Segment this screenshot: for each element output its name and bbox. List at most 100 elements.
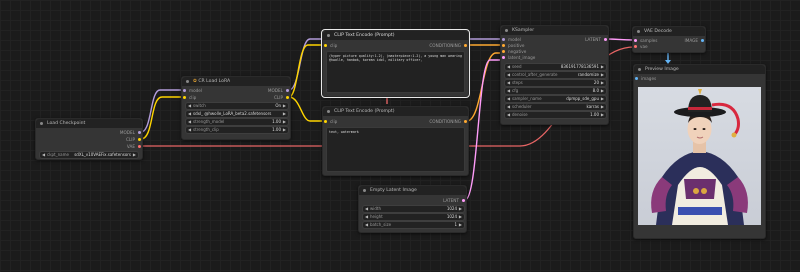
arrow-left-icon[interactable]: ◀ [507,64,510,70]
arrow-right-icon[interactable]: ▶ [459,206,462,212]
input-clip[interactable]: clip [182,95,196,100]
node-preview-image[interactable]: Preview Image images [633,64,766,239]
node-clip-text-encode-positive[interactable]: CLIP Text Encode (Prompt) clip CONDITION… [321,29,470,98]
arrow-right-icon[interactable]: ▶ [601,96,604,102]
arrow-left-icon[interactable]: ◀ [507,96,510,102]
collapse-dot-icon[interactable] [638,68,641,71]
node-title[interactable]: CLIP Text Encode (Prompt) [323,107,468,116]
socket-icon[interactable] [183,96,186,99]
arrow-left-icon[interactable]: ◀ [507,80,510,86]
node-empty-latent-image[interactable]: Empty Latent Image LATENT ◀ width 1024 ▶ ◀ h… [358,185,467,233]
node-title[interactable]: CLIP Text Encode (Prompt) [323,31,468,40]
arrow-left-icon[interactable]: ◀ [507,112,510,118]
arrow-left-icon[interactable]: ◀ [365,206,368,212]
output-image[interactable]: IMAGE [684,38,705,43]
output-clip[interactable]: CLIP [126,137,142,142]
arrow-right-icon[interactable]: ▶ [601,88,604,94]
width-number[interactable]: ◀ width 1024 ▶ [362,205,465,213]
ckpt-name-combo[interactable]: ◀ ckpt_name sdXL_v10VAEFix.safetensors ▶ [39,151,139,159]
arrow-left-icon[interactable]: ◀ [188,111,191,117]
output-latent[interactable]: LATENT [443,198,466,203]
socket-icon[interactable] [138,145,141,148]
socket-icon[interactable] [701,39,704,42]
input-vae[interactable]: vae [633,44,648,49]
arrow-left-icon[interactable]: ◀ [188,103,191,109]
collapse-dot-icon[interactable] [327,110,330,113]
collapse-dot-icon[interactable] [186,80,189,83]
node-title[interactable]: Empty Latent Image [359,186,466,195]
socket-icon[interactable] [138,131,141,134]
scheduler-combo[interactable]: ◀ scheduler karras ▶ [504,103,607,111]
socket-icon[interactable] [138,138,141,141]
arrow-left-icon[interactable]: ◀ [365,222,368,228]
input-samples[interactable]: samples [633,38,657,43]
strength-model-slider[interactable]: ◀ strength_model 1.00 ▶ [185,118,289,126]
input-negative[interactable]: negative [501,49,526,54]
input-positive[interactable]: positive [501,43,524,48]
height-number[interactable]: ◀ height 1024 ▶ [362,213,465,221]
output-conditioning[interactable]: CONDITIONING [429,119,468,124]
socket-icon[interactable] [502,38,505,41]
socket-icon[interactable] [462,199,465,202]
cfg-number[interactable]: ◀ cfg 8.0 ▶ [504,87,607,95]
arrow-right-icon[interactable]: ▶ [459,222,462,228]
arrow-right-icon[interactable]: ▶ [601,104,604,110]
node-title[interactable]: Preview Image [634,65,765,74]
output-latent[interactable]: LATENT [585,37,608,42]
arrow-right-icon[interactable]: ▶ [283,119,286,125]
socket-icon[interactable] [634,45,637,48]
node-title[interactable]: Load Checkpoint [36,119,142,128]
node-clip-text-encode-negative[interactable]: CLIP Text Encode (Prompt) clip CONDITION… [322,106,469,176]
arrow-right-icon[interactable]: ▶ [601,72,604,78]
lora-name-combo[interactable]: ◀ sdxl_ @hwolle_LoRA_beta2.safetensors ▶ [185,110,289,118]
input-clip[interactable]: clip [323,43,337,48]
input-clip[interactable]: clip [323,119,337,124]
collapse-dot-icon[interactable] [363,189,366,192]
node-cr-load-lora[interactable]: ✿ CR Load LoRA model clip MODEL CLIP ◀ sw… [181,76,291,140]
socket-icon[interactable] [635,77,638,80]
prompt-textarea[interactable]: text, watermark [326,127,465,172]
switch-combo[interactable]: ◀ switch On ▶ [185,102,289,110]
control-after-generate-combo[interactable]: ◀ control_after_generate randomize ▶ [504,71,607,79]
output-clip[interactable]: CLIP [274,95,290,100]
socket-icon[interactable] [286,89,289,92]
collapse-dot-icon[interactable] [327,34,330,37]
socket-icon[interactable] [502,50,505,53]
batch-size-number[interactable]: ◀ batch_size 1 ▶ [362,221,465,229]
arrow-left-icon[interactable]: ◀ [188,119,191,125]
output-vae[interactable]: VAE [127,144,142,149]
socket-icon[interactable] [604,38,607,41]
socket-icon[interactable] [464,44,467,47]
socket-icon[interactable] [464,120,467,123]
output-conditioning[interactable]: CONDITIONING [429,43,468,48]
arrow-right-icon[interactable]: ▶ [601,80,604,86]
arrow-left-icon[interactable]: ◀ [507,72,510,78]
input-images[interactable]: images [634,76,656,81]
denoise-number[interactable]: ◀ denoise 1.00 ▶ [504,111,607,119]
arrow-left-icon[interactable]: ◀ [507,104,510,110]
socket-icon[interactable] [324,120,327,123]
arrow-right-icon[interactable]: ▶ [283,103,286,109]
arrow-left-icon[interactable]: ◀ [42,152,45,158]
arrow-left-icon[interactable]: ◀ [365,214,368,220]
socket-icon[interactable] [502,44,505,47]
socket-icon[interactable] [502,56,505,59]
socket-icon[interactable] [183,89,186,92]
node-load-checkpoint[interactable]: Load Checkpoint MODEL CLIP VAE ◀ ckpt_na… [35,118,143,160]
input-model[interactable]: model [501,37,521,42]
node-vae-decode[interactable]: VAE Decode samples vae IMAGE [632,26,706,53]
strength-clip-slider[interactable]: ◀ strength_clip 1.00 ▶ [185,126,289,134]
collapse-dot-icon[interactable] [40,122,43,125]
node-title[interactable]: KSampler [501,26,608,35]
collapse-dot-icon[interactable] [637,30,640,33]
arrow-left-icon[interactable]: ◀ [507,88,510,94]
node-title[interactable]: VAE Decode [633,27,705,36]
arrow-right-icon[interactable]: ▶ [283,111,286,117]
arrow-right-icon[interactable]: ▶ [601,112,604,118]
arrow-right-icon[interactable]: ▶ [459,214,462,220]
input-latent-image[interactable]: latent_image [501,55,535,60]
collapse-dot-icon[interactable] [505,29,508,32]
arrow-left-icon[interactable]: ◀ [188,127,191,133]
arrow-right-icon[interactable]: ▶ [601,64,604,70]
arrow-right-icon[interactable]: ▶ [283,127,286,133]
